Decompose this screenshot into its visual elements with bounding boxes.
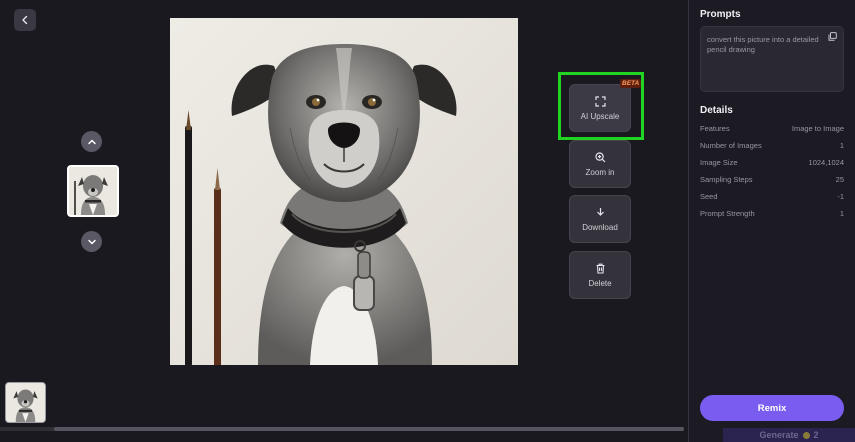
detail-label: Features [700, 124, 730, 133]
generated-image [170, 18, 518, 365]
scrollbar-thumb[interactable] [54, 427, 684, 431]
detail-value: 1 [839, 209, 844, 218]
delete-label: Delete [588, 278, 612, 288]
detail-value: 25 [835, 175, 844, 184]
ai-upscale-label: AI Upscale [580, 111, 620, 121]
zoom-in-icon [594, 151, 605, 162]
detail-value: 1 [839, 141, 844, 150]
dog-drawing-thumbnail [69, 167, 117, 215]
dog-drawing-thumbnail [6, 383, 45, 422]
details-panel: Prompts convert this picture into a deta… [688, 0, 855, 442]
remix-button[interactable]: Remix [700, 395, 844, 421]
next-image-button[interactable] [81, 231, 102, 252]
detail-value: -1 [837, 192, 844, 201]
download-label: Download [582, 222, 618, 232]
detail-row: Image Size 1024,1024 [700, 158, 844, 167]
generate-label: Generate [759, 430, 799, 440]
download-button[interactable]: Download [569, 195, 631, 243]
generate-button[interactable]: Generate 2 [723, 428, 855, 442]
dog-pencil-drawing [170, 18, 518, 365]
expand-icon [594, 95, 606, 107]
prompts-title: Prompts [700, 9, 741, 20]
back-button[interactable] [14, 9, 36, 31]
detail-value: 1024,1024 [808, 158, 844, 167]
selected-thumbnail[interactable] [67, 165, 119, 217]
detail-label: Seed [700, 192, 718, 201]
download-icon [596, 207, 604, 216]
detail-row: Sampling Steps 25 [700, 175, 844, 184]
detail-label: Prompt Strength [700, 209, 755, 218]
detail-value: Image to Image [791, 124, 844, 133]
coin-icon [802, 431, 810, 439]
generate-cost: 2 [813, 430, 819, 440]
zoom-in-button[interactable]: Zoom in [569, 140, 631, 188]
previous-image-button[interactable] [81, 131, 102, 152]
detail-label: Number of Images [700, 141, 762, 150]
ai-upscale-button[interactable]: AI Upscale [569, 84, 631, 132]
detail-row: Prompt Strength 1 [700, 209, 844, 218]
prompt-text: convert this picture into a detailed pen… [707, 35, 819, 54]
chevron-left-icon [22, 15, 28, 25]
detail-label: Image Size [700, 158, 738, 167]
detail-label: Sampling Steps [700, 175, 753, 184]
horizontal-scrollbar[interactable] [0, 427, 684, 431]
beta-badge: BETA [620, 79, 642, 88]
detail-row: Features Image to Image [700, 124, 844, 133]
history-thumbnail[interactable] [5, 382, 46, 423]
prompt-box: convert this picture into a detailed pen… [700, 26, 844, 92]
copy-icon[interactable] [828, 32, 837, 41]
chevron-down-icon [87, 239, 96, 244]
detail-row: Seed -1 [700, 192, 844, 201]
chevron-up-icon [87, 139, 96, 144]
image-viewer: AI Upscale BETA Zoom in Download Delete [0, 0, 688, 442]
trash-icon [596, 263, 604, 274]
detail-row: Number of Images 1 [700, 141, 844, 150]
zoom-in-label: Zoom in [585, 167, 615, 177]
delete-button[interactable]: Delete [569, 251, 631, 299]
details-title: Details [700, 105, 733, 116]
